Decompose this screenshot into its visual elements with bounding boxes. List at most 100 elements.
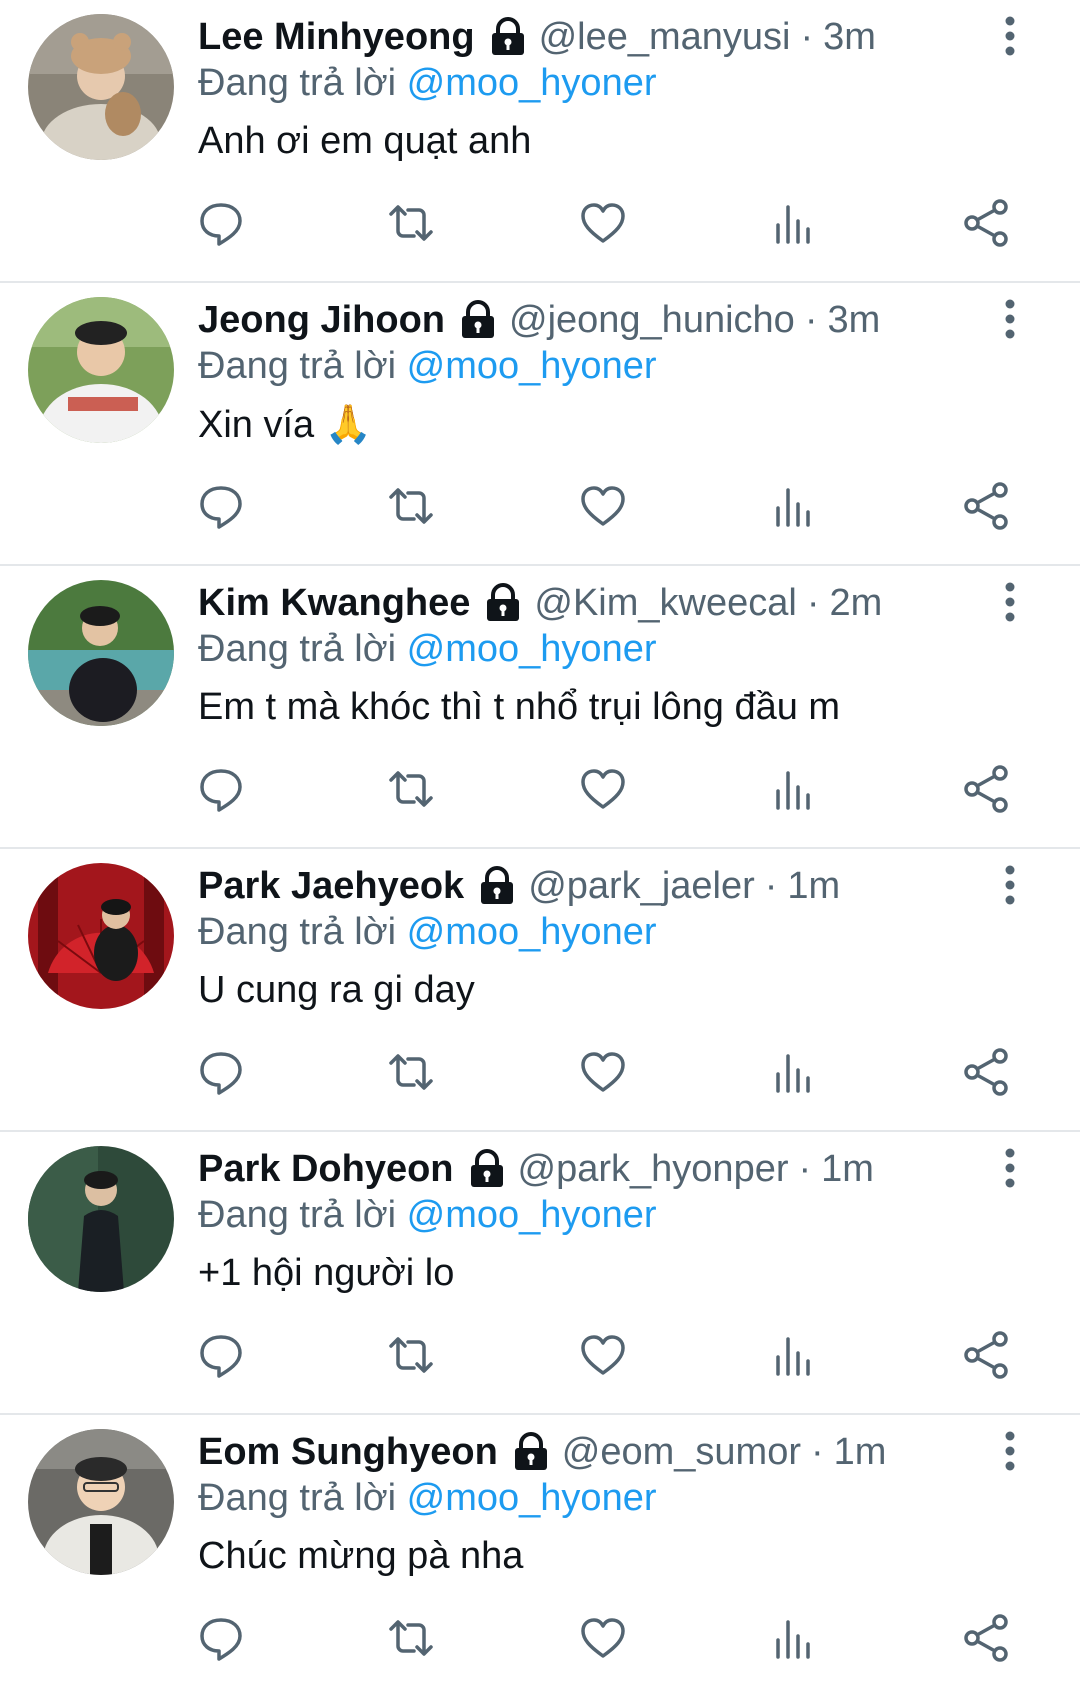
mention-link[interactable]: @moo_hyoner (407, 1194, 657, 1236)
views-button[interactable] (765, 1327, 821, 1383)
mention-link[interactable]: @moo_hyoner (407, 62, 657, 104)
like-button[interactable] (575, 478, 631, 534)
share-button[interactable] (959, 195, 1015, 251)
user-handle[interactable]: @Kim_kweecal (534, 582, 796, 625)
tweet-header: Park Dohyeon @park_hyonper · 1m (198, 1144, 960, 1194)
share-icon (964, 1048, 1008, 1096)
retweet-icon (389, 205, 433, 241)
retweet-button[interactable] (383, 195, 439, 251)
display-name[interactable]: Park Dohyeon (198, 1148, 454, 1191)
mention-link[interactable]: @moo_hyoner (407, 1477, 657, 1519)
retweet-button[interactable] (383, 1327, 439, 1383)
replying-to-label: Đang trả lời (198, 911, 397, 953)
tweet-header: Kim Kwanghee @Kim_kweecal · 2m (198, 578, 960, 628)
header-separator: · (811, 1430, 824, 1473)
views-button[interactable] (765, 195, 821, 251)
tweet[interactable]: Eom Sunghyeon @eom_sumor · 1m Đang trả l… (0, 1415, 1080, 1698)
avatar[interactable] (28, 14, 174, 160)
share-button[interactable] (959, 761, 1015, 817)
tweet[interactable]: Kim Kwanghee @Kim_kweecal · 2m Đang trả … (0, 566, 1080, 849)
header-separator: · (798, 1147, 812, 1190)
more-options-button[interactable] (995, 1429, 1025, 1473)
retweet-button[interactable] (383, 478, 439, 534)
more-options-button[interactable] (995, 580, 1025, 624)
avatar[interactable] (28, 863, 174, 1009)
display-name[interactable]: Park Jaehyeok (198, 865, 464, 908)
retweet-button[interactable] (383, 1610, 439, 1666)
user-handle[interactable]: @park_jaeler (528, 865, 755, 908)
user-handle[interactable]: @park_hyonper (518, 1148, 789, 1191)
more-options-button[interactable] (995, 863, 1025, 907)
lock-icon (512, 1432, 550, 1472)
views-button[interactable] (765, 761, 821, 817)
mention-link[interactable]: @moo_hyoner (407, 628, 657, 670)
views-icon (776, 1620, 810, 1659)
avatar[interactable] (28, 1429, 174, 1575)
tweet[interactable]: Park Dohyeon @park_hyonper · 1m Đang trả… (0, 1132, 1080, 1415)
share-button[interactable] (959, 1044, 1015, 1100)
tweet[interactable]: Jeong Jihoon @jeong_hunicho · 3m Đang tr… (0, 283, 1080, 566)
reply-icon (200, 486, 242, 529)
views-button[interactable] (765, 478, 821, 534)
display-name[interactable]: Eom Sunghyeon (198, 1431, 498, 1474)
tweet-actions (0, 195, 1080, 255)
share-icon (964, 765, 1008, 813)
replying-to: Đang trả lời @moo_hyoner (198, 345, 657, 389)
avatar[interactable] (28, 297, 174, 443)
tweet-header: Lee Minhyeong @lee_manyusi · 3m (198, 12, 960, 62)
more-options-button[interactable] (995, 1146, 1025, 1190)
reply-button[interactable] (193, 1044, 249, 1100)
display-name[interactable]: Lee Minhyeong (198, 16, 475, 59)
avatar[interactable] (28, 580, 174, 726)
timestamp[interactable]: 1m (821, 1148, 874, 1191)
mention-link[interactable]: @moo_hyoner (407, 911, 657, 953)
share-button[interactable] (959, 1610, 1015, 1666)
timestamp[interactable]: 1m (787, 865, 840, 908)
more-options-button[interactable] (995, 297, 1025, 341)
retweet-button[interactable] (383, 761, 439, 817)
share-icon (964, 1331, 1008, 1379)
mention-link[interactable]: @moo_hyoner (407, 345, 657, 387)
reply-icon (200, 1335, 242, 1378)
retweet-icon (389, 488, 433, 524)
tweet-header: Jeong Jihoon @jeong_hunicho · 3m (198, 295, 960, 345)
reply-button[interactable] (193, 1327, 249, 1383)
share-button[interactable] (959, 1327, 1015, 1383)
like-button[interactable] (575, 761, 631, 817)
like-button[interactable] (575, 1327, 631, 1383)
reply-button[interactable] (193, 1610, 249, 1666)
views-button[interactable] (765, 1044, 821, 1100)
retweet-button[interactable] (383, 1044, 439, 1100)
lock-icon (468, 1149, 506, 1189)
tweet-text: Em t mà khóc thì t nhổ trụi lông đầu m (198, 686, 841, 728)
tweet[interactable]: Lee Minhyeong @lee_manyusi · 3m Đang trả… (0, 0, 1080, 283)
views-button[interactable] (765, 1610, 821, 1666)
reply-button[interactable] (193, 195, 249, 251)
user-handle[interactable]: @eom_sumor (562, 1431, 801, 1474)
retweet-icon (389, 771, 433, 807)
display-name[interactable]: Jeong Jihoon (198, 299, 445, 342)
timestamp[interactable]: 3m (823, 16, 876, 59)
share-button[interactable] (959, 478, 1015, 534)
reply-button[interactable] (193, 478, 249, 534)
retweet-icon (389, 1337, 433, 1373)
avatar[interactable] (28, 1146, 174, 1292)
display-name[interactable]: Kim Kwanghee (198, 582, 470, 625)
timestamp[interactable]: 1m (834, 1431, 887, 1474)
tweet-actions (0, 1610, 1080, 1670)
more-options-button[interactable] (995, 14, 1025, 58)
heart-icon (581, 1052, 625, 1092)
user-handle[interactable]: @lee_manyusi (539, 16, 791, 59)
timestamp[interactable]: 2m (829, 582, 882, 625)
timestamp[interactable]: 3m (827, 299, 880, 342)
user-handle[interactable]: @jeong_hunicho (509, 299, 795, 342)
like-button[interactable] (575, 1610, 631, 1666)
reply-button[interactable] (193, 761, 249, 817)
more-vertical-icon (1005, 16, 1015, 56)
more-vertical-icon (1005, 582, 1015, 622)
like-button[interactable] (575, 195, 631, 251)
replying-to-label: Đang trả lời (198, 1477, 397, 1519)
tweet[interactable]: Park Jaehyeok @park_jaeler · 1m Đang trả… (0, 849, 1080, 1132)
views-icon (776, 205, 810, 244)
like-button[interactable] (575, 1044, 631, 1100)
